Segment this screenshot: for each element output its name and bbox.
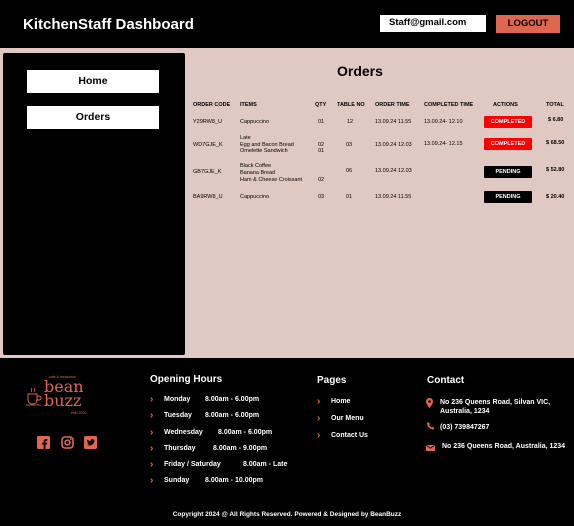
order-item: Late bbox=[240, 135, 251, 141]
hours-time: 8.00am - 9.00pm bbox=[213, 445, 268, 452]
chevron-right-icon: › bbox=[317, 396, 321, 407]
order-time: 13.09.24 12.03 bbox=[375, 142, 412, 148]
order-time: 13.09.24 11.55 bbox=[375, 119, 412, 125]
contact-phone: (03) 739847267 bbox=[440, 424, 490, 431]
chevron-right-icon: › bbox=[317, 430, 321, 441]
main-content: Home Orders Orders ORDER CODE ITEMS QTY … bbox=[0, 48, 574, 358]
order-qty: 02 bbox=[318, 177, 325, 183]
chevron-right-icon: › bbox=[317, 413, 321, 424]
column-header-completed-time: COMPLETED TIME bbox=[424, 102, 474, 108]
column-header-table-no: TABLE NO bbox=[337, 102, 365, 108]
table-number: 03 bbox=[346, 142, 353, 148]
order-code: WD7GJE_K bbox=[193, 142, 223, 148]
order-qty: 01 bbox=[318, 119, 325, 125]
hours-day: Tuesday bbox=[164, 412, 192, 419]
footer: cafe & restaurant bean buzz estd 2020 Op… bbox=[0, 358, 574, 526]
order-time: 13.09.24 12.03 bbox=[375, 168, 412, 174]
column-header-order-time: ORDER TIME bbox=[375, 102, 410, 108]
column-header-actions: ACTIONS bbox=[493, 102, 518, 108]
order-code: Y29RW8_U bbox=[193, 119, 222, 125]
order-item: Ham & Cheese Croissant bbox=[240, 177, 303, 183]
top-header: KitchenStaff Dashboard Staff@gmail.com L… bbox=[0, 0, 574, 48]
copyright-text: Copyright 2024 @ All Rights Reserved. Po… bbox=[172, 511, 402, 518]
order-total: $ 20.40 bbox=[546, 194, 565, 200]
table-number: 01 bbox=[346, 194, 353, 200]
logo-established: estd 2020 bbox=[71, 411, 87, 415]
user-email-display: Staff@gmail.com bbox=[380, 15, 486, 32]
order-time: 13.09.24 11.55 bbox=[375, 194, 412, 200]
pending-action-button[interactable]: PENDING bbox=[484, 166, 532, 178]
column-header-order-code: ORDER CODE bbox=[193, 102, 231, 108]
contact-email: No 236 Queens Road, Australia, 1234 bbox=[442, 443, 566, 450]
chevron-right-icon: › bbox=[150, 410, 154, 421]
coffee-cup-icon bbox=[26, 387, 42, 406]
hours-time: 8.00am - Late bbox=[243, 461, 288, 468]
email-icon bbox=[426, 445, 435, 451]
location-pin-icon bbox=[426, 398, 433, 408]
phone-icon bbox=[427, 422, 435, 430]
order-item: Cappuccino bbox=[240, 119, 270, 125]
table-number: 12 bbox=[347, 119, 354, 125]
contact-address: No 236 Queens Road, Silvan VIC, Australi… bbox=[440, 399, 551, 415]
order-item: Cappuccino bbox=[240, 194, 270, 200]
chevron-right-icon: › bbox=[150, 459, 154, 470]
order-item: Banana Bread bbox=[240, 170, 276, 176]
sidebar-item-orders[interactable]: Orders bbox=[27, 106, 159, 129]
column-header-qty: QTY bbox=[315, 102, 327, 108]
completed-action-button[interactable]: COMPLETED bbox=[484, 138, 532, 150]
completed-time: 13.09.24- 12.10 bbox=[424, 119, 463, 125]
table-number: 06 bbox=[346, 168, 353, 174]
completed-time: 13.09.24- 12.15 bbox=[424, 141, 463, 147]
app-title: KitchenStaff Dashboard bbox=[23, 16, 194, 33]
order-item: Omelette Sandwich bbox=[240, 148, 288, 154]
hours-day: Wednesday bbox=[164, 429, 203, 436]
order-total: $ 52.80 bbox=[546, 167, 565, 173]
hours-time: 8.00am - 10.00pm bbox=[205, 477, 263, 484]
facebook-icon[interactable] bbox=[37, 436, 50, 449]
twitter-icon[interactable] bbox=[84, 436, 97, 449]
order-code: GB7GJE_K bbox=[193, 169, 222, 175]
order-qty: 03 bbox=[318, 194, 325, 200]
hours-day: Thursday bbox=[164, 445, 196, 452]
order-qty: 01 bbox=[318, 148, 325, 154]
pending-action-button[interactable]: PENDING bbox=[484, 191, 532, 203]
logo-name-line2: buzz bbox=[44, 391, 82, 410]
chevron-right-icon: › bbox=[150, 475, 154, 486]
sidebar-item-home[interactable]: Home bbox=[27, 70, 159, 93]
order-item: Black Coffee bbox=[240, 163, 272, 169]
chevron-right-icon: › bbox=[150, 427, 154, 438]
order-total: $ 6.80 bbox=[548, 117, 564, 123]
hours-day: Friday / Saturday bbox=[164, 461, 221, 468]
column-header-items: ITEMS bbox=[240, 102, 257, 108]
contact-title: Contact bbox=[427, 375, 465, 386]
opening-hours-title: Opening Hours bbox=[150, 374, 223, 385]
beanbuzz-logo: cafe & restaurant bean buzz estd 2020 bbox=[24, 374, 98, 420]
hours-day: Monday bbox=[164, 396, 191, 403]
hours-time: 8.00am - 6.00pm bbox=[205, 396, 260, 403]
hours-time: 8.00am - 6.00pm bbox=[205, 412, 260, 419]
instagram-icon[interactable] bbox=[61, 436, 74, 449]
logout-button[interactable]: LOGOUT bbox=[496, 15, 560, 33]
pages-title: Pages bbox=[317, 375, 347, 386]
chevron-right-icon: › bbox=[150, 394, 154, 405]
sidebar: Home Orders bbox=[3, 53, 185, 355]
order-total: $ 68.50 bbox=[546, 140, 565, 146]
hours-day: Sunday bbox=[164, 477, 190, 484]
page-title: Orders bbox=[337, 63, 383, 79]
chevron-right-icon: › bbox=[150, 443, 154, 454]
column-header-total: TOTAL bbox=[546, 102, 564, 108]
completed-action-button[interactable]: COMPLETED bbox=[484, 116, 532, 128]
order-code: BA9RW8_U bbox=[193, 194, 223, 200]
hours-time: 8.00am - 6.00pm bbox=[218, 429, 273, 436]
